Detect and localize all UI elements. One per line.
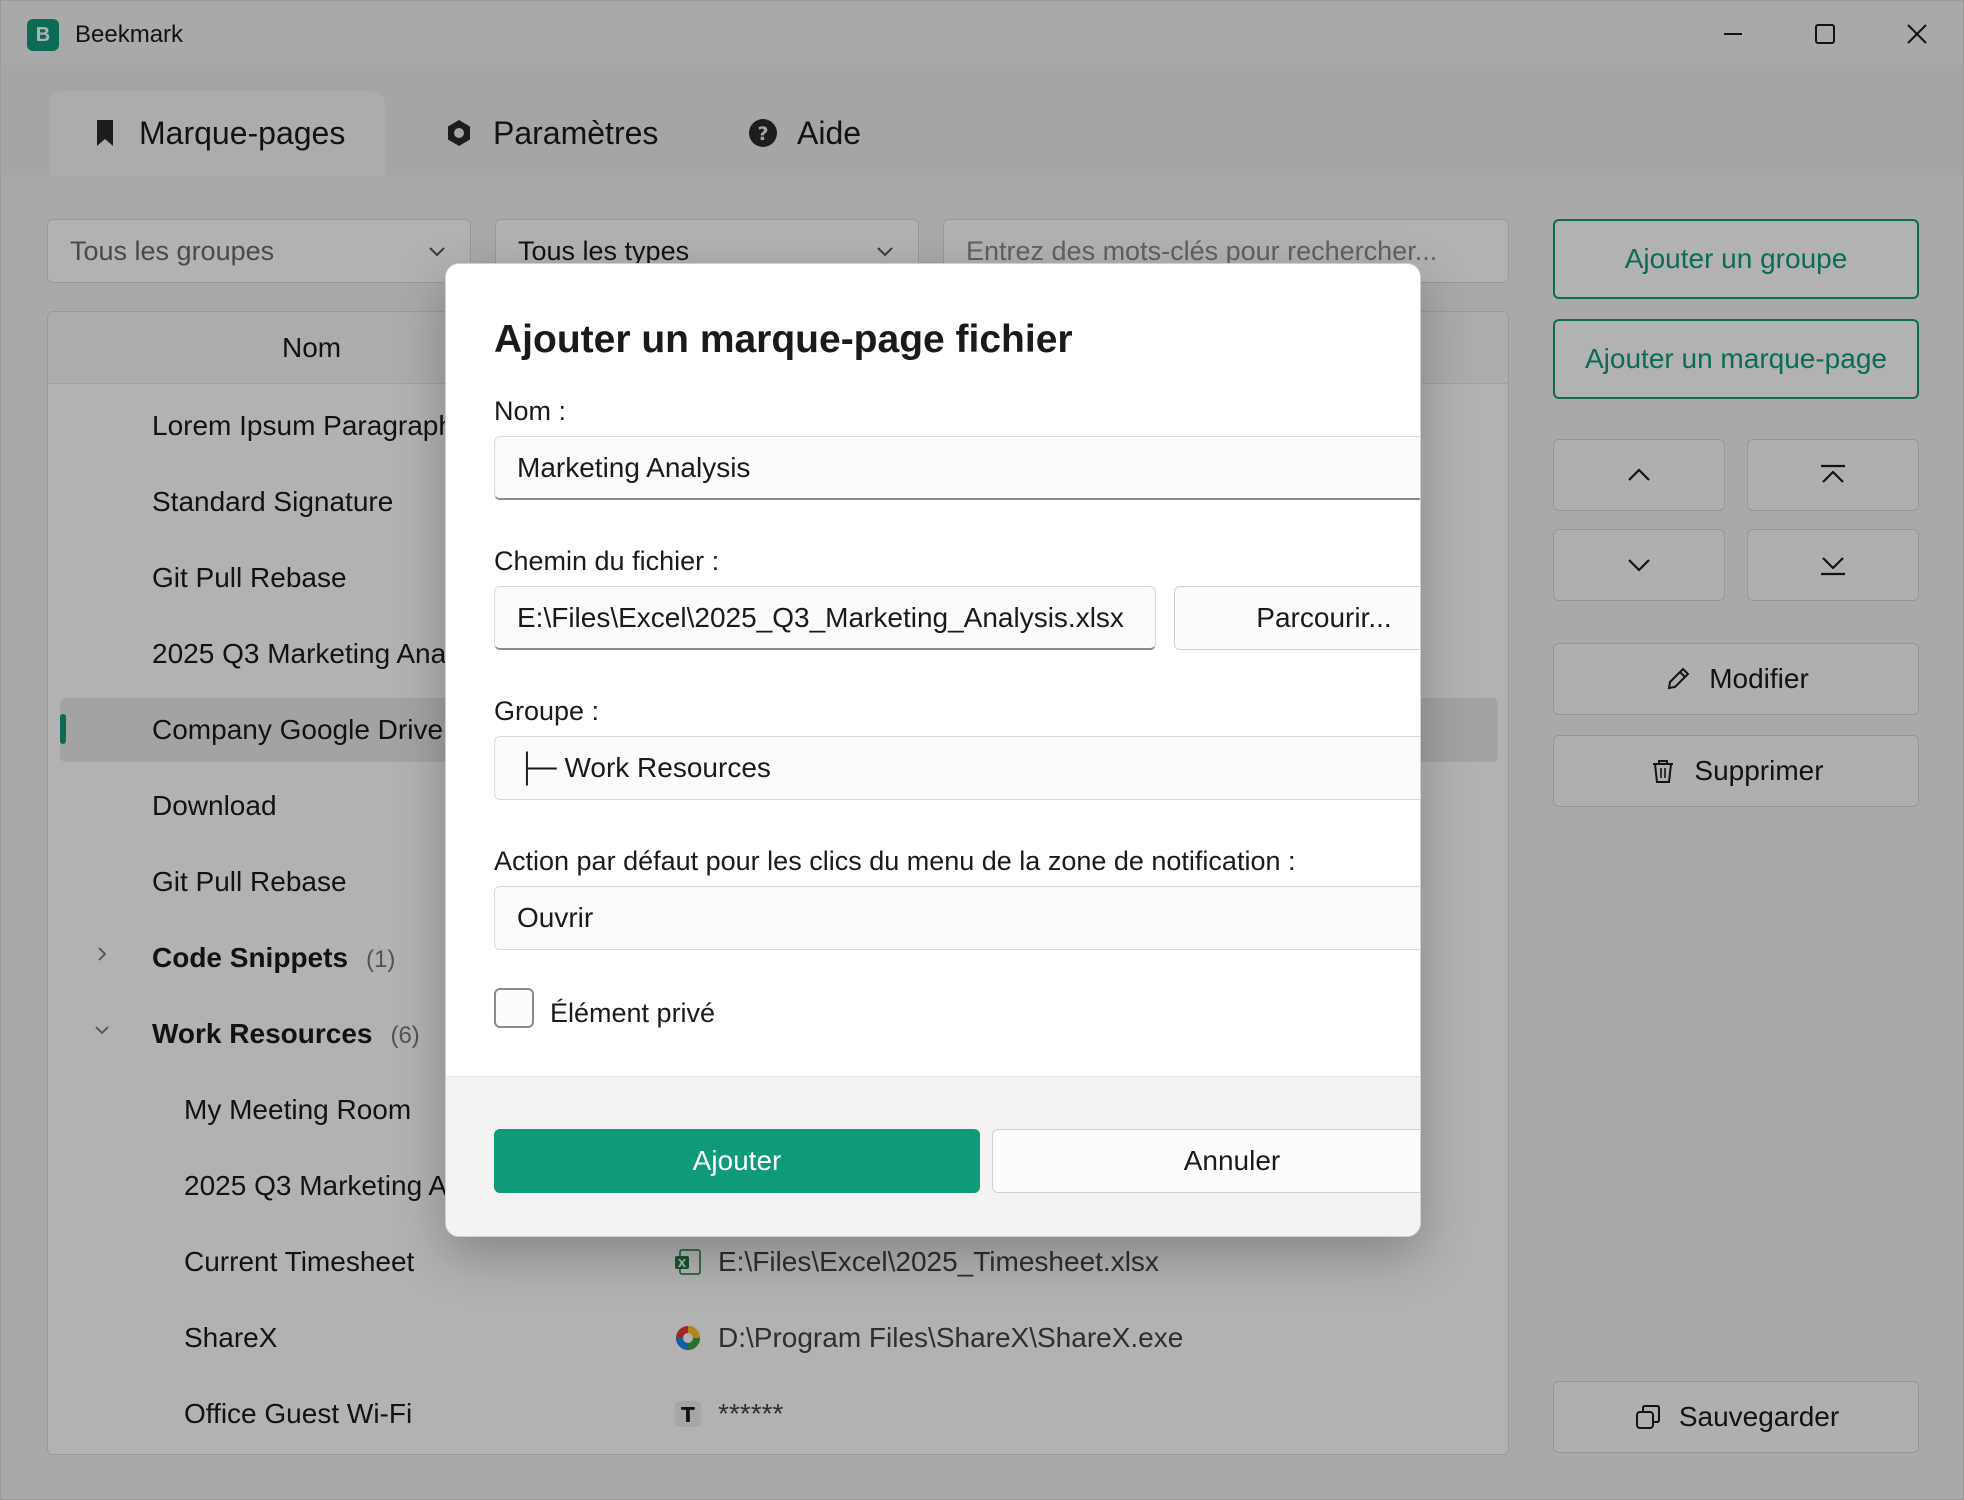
app-window: B Beekmark Marque-pages Paramètres ? Aid… <box>0 0 1964 1500</box>
name-label: Nom : <box>494 396 567 426</box>
cancel-label: Annuler <box>1183 1145 1281 1176</box>
default-action-value: Ouvrir <box>517 902 594 933</box>
browse-label: Parcourir... <box>1256 602 1392 633</box>
default-action-select[interactable]: Ouvrir <box>494 886 1420 950</box>
group-select-value: ├─ Work Resources <box>517 752 771 783</box>
browse-button[interactable]: Parcourir... <box>1174 586 1420 650</box>
private-checkbox[interactable] <box>494 988 534 1028</box>
add-button[interactable]: Ajouter <box>494 1129 980 1193</box>
dialog-footer: Ajouter Annuler <box>446 1076 1420 1236</box>
name-input-value: Marketing Analysis <box>517 451 751 483</box>
add-file-bookmark-dialog: Ajouter un marque-page fichier Nom : Mar… <box>445 263 1421 1237</box>
name-input[interactable]: Marketing Analysis <box>494 436 1420 500</box>
group-label: Groupe : <box>494 696 600 726</box>
default-action-label: Action par défaut pour les clics du menu… <box>494 846 1296 876</box>
file-path-label: Chemin du fichier : <box>494 546 720 576</box>
file-path-input[interactable]: E:\Files\Excel\2025_Q3_Marketing_Analysi… <box>494 586 1156 650</box>
file-path-value: E:\Files\Excel\2025_Q3_Marketing_Analysi… <box>517 601 1124 633</box>
add-label: Ajouter <box>692 1145 782 1176</box>
cancel-button[interactable]: Annuler <box>992 1129 1420 1193</box>
group-select[interactable]: ├─ Work Resources <box>494 736 1420 800</box>
private-label[interactable]: Élément privé <box>550 998 715 1029</box>
dialog-title: Ajouter un marque-page fichier <box>494 318 1073 361</box>
